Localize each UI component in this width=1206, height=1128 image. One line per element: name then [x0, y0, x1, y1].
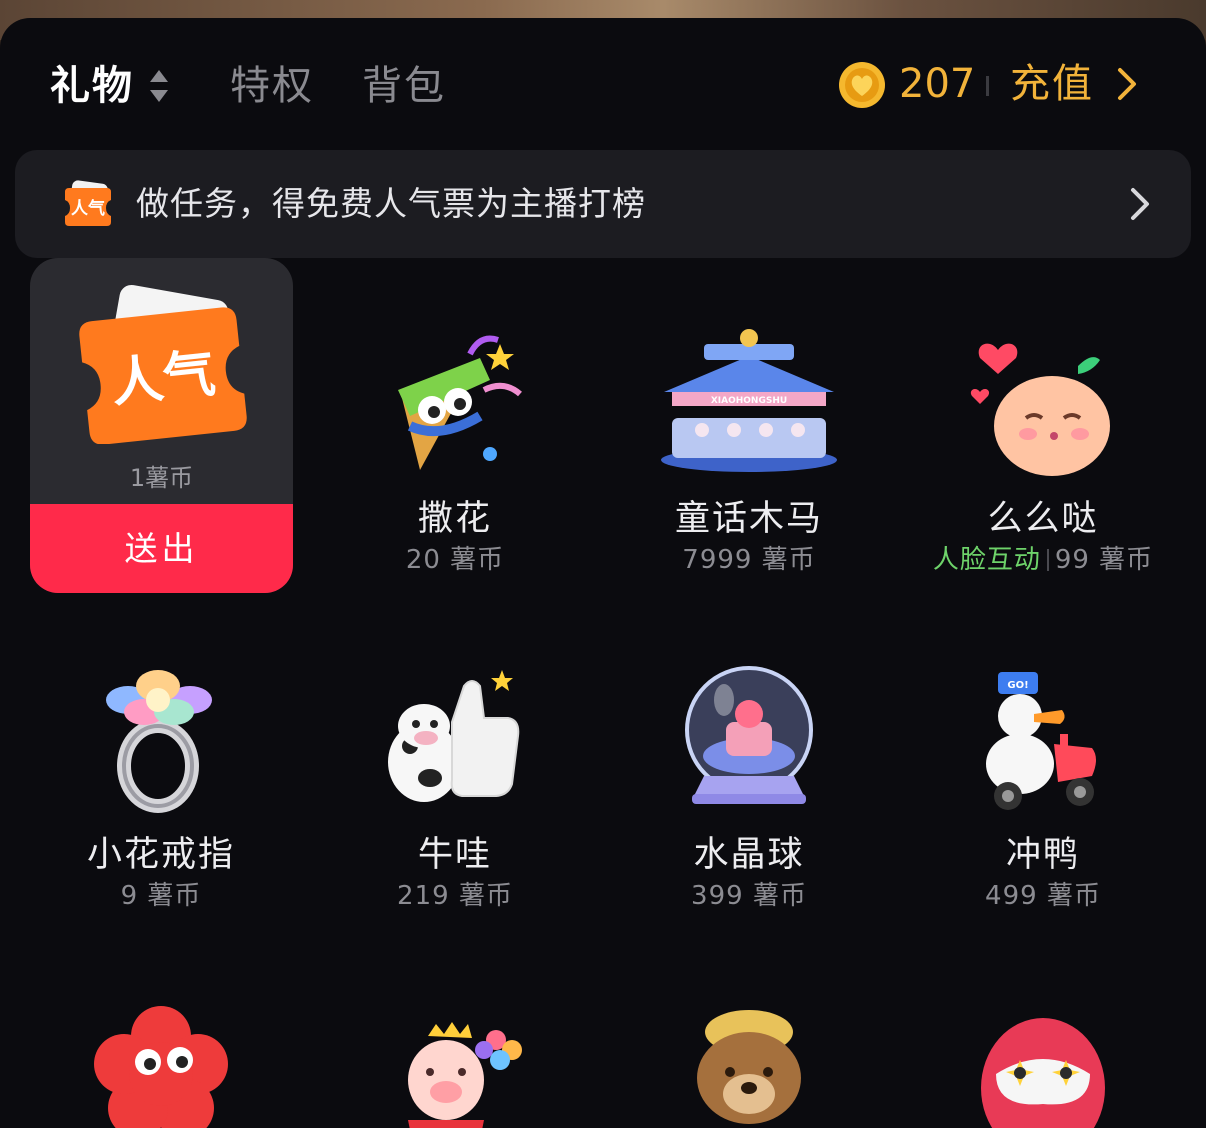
panel-header: 礼物 特权 背包 207 充值	[0, 18, 1206, 150]
gift-name: 撒花	[417, 499, 492, 539]
piglet-bouquet-icon	[408, 1022, 522, 1128]
mask-bird-icon	[981, 1018, 1105, 1128]
peach-kiss-icon	[970, 343, 1110, 476]
divider	[1046, 549, 1049, 571]
sort-toggle-icon[interactable]	[148, 68, 170, 104]
gift-price: 20 薯币	[405, 545, 505, 575]
recharge-label: 充值	[1010, 61, 1094, 107]
chevron-right-icon	[1118, 68, 1136, 100]
gift-item-confetti[interactable]: 撒花 20 薯币	[324, 320, 586, 590]
gift-name: 么么哒	[987, 499, 1099, 539]
gift-price-value: 99 薯币	[1054, 545, 1154, 575]
flower-ring-icon	[106, 670, 212, 813]
gift-item-carousel[interactable]: XIAOHONGSHU 童话木马 7999 薯币	[618, 320, 880, 590]
gift-card-selected[interactable]: 人气 1薯币 送出	[30, 258, 293, 593]
svg-text:GO!: GO!	[1007, 680, 1028, 691]
chevron-right-icon	[1131, 188, 1149, 220]
gift-name: 小花戒指	[86, 835, 235, 875]
tab-privileges[interactable]: 特权	[230, 62, 314, 110]
tab-gifts[interactable]: 礼物	[50, 62, 134, 110]
gift-name: 牛哇	[417, 835, 492, 875]
face-interaction-tag: 人脸互动	[932, 545, 1041, 575]
gift-item-mask-bird[interactable]	[912, 996, 1174, 1128]
coin-icon	[839, 62, 885, 108]
gift-item-kiss[interactable]: 么么哒 人脸互动 99 薯币	[912, 320, 1174, 590]
gift-price: 499 薯币	[985, 881, 1101, 911]
send-button[interactable]: 送出	[30, 504, 293, 593]
coin-balance: 207	[899, 61, 976, 107]
carousel-icon: XIAOHONGSHU	[661, 329, 837, 472]
gift-name: 冲鸭	[1005, 835, 1080, 875]
gift-price: 399 薯币	[691, 881, 807, 911]
banner-text: 做任务，得免费人气票为主播打榜	[136, 184, 646, 223]
confetti-cone-icon	[398, 335, 522, 470]
gift-name: 水晶球	[693, 835, 805, 875]
gift-item-flower-ring[interactable]: 小花戒指 9 薯币	[30, 660, 292, 930]
divider	[986, 76, 989, 96]
recharge-button[interactable]: 充值	[1010, 60, 1136, 108]
red-flower-icon	[94, 1006, 228, 1128]
bear-icon	[697, 1010, 801, 1124]
gift-item-crystal-ball[interactable]: 水晶球 399 薯币	[618, 660, 880, 930]
gift-price: 9 薯币	[120, 881, 202, 911]
gift-item-red-flower[interactable]	[30, 996, 292, 1128]
gift-item-bear[interactable]	[618, 996, 880, 1128]
svg-text:XIAOHONGSHU: XIAOHONGSHU	[711, 396, 787, 406]
gift-item-piglet-bouquet[interactable]	[324, 996, 586, 1128]
gift-price: 219 薯币	[397, 881, 513, 911]
duck-scooter-icon: GO!	[986, 672, 1096, 810]
svg-text:人气: 人气	[71, 198, 105, 219]
cow-thumbs-up-icon	[388, 670, 520, 802]
popularity-ticket-icon: 人气	[65, 180, 111, 226]
popularity-ticket-icon: 人气	[79, 284, 247, 444]
gift-name: 童话木马	[674, 499, 823, 539]
gift-price: 1薯币	[129, 464, 194, 492]
gift-item-duck[interactable]: GO! 冲鸭 499 薯币	[912, 660, 1174, 930]
tab-backpack[interactable]: 背包	[362, 62, 446, 110]
gift-price: 人脸互动 99 薯币	[912, 544, 1174, 576]
crystal-ball-icon	[685, 666, 813, 804]
svg-text:人气: 人气	[108, 344, 218, 415]
gift-price: 7999 薯币	[682, 545, 816, 575]
gift-item-cow[interactable]: 牛哇 219 薯币	[324, 660, 586, 930]
task-banner[interactable]: 人气 做任务，得免费人气票为主播打榜	[15, 150, 1191, 258]
